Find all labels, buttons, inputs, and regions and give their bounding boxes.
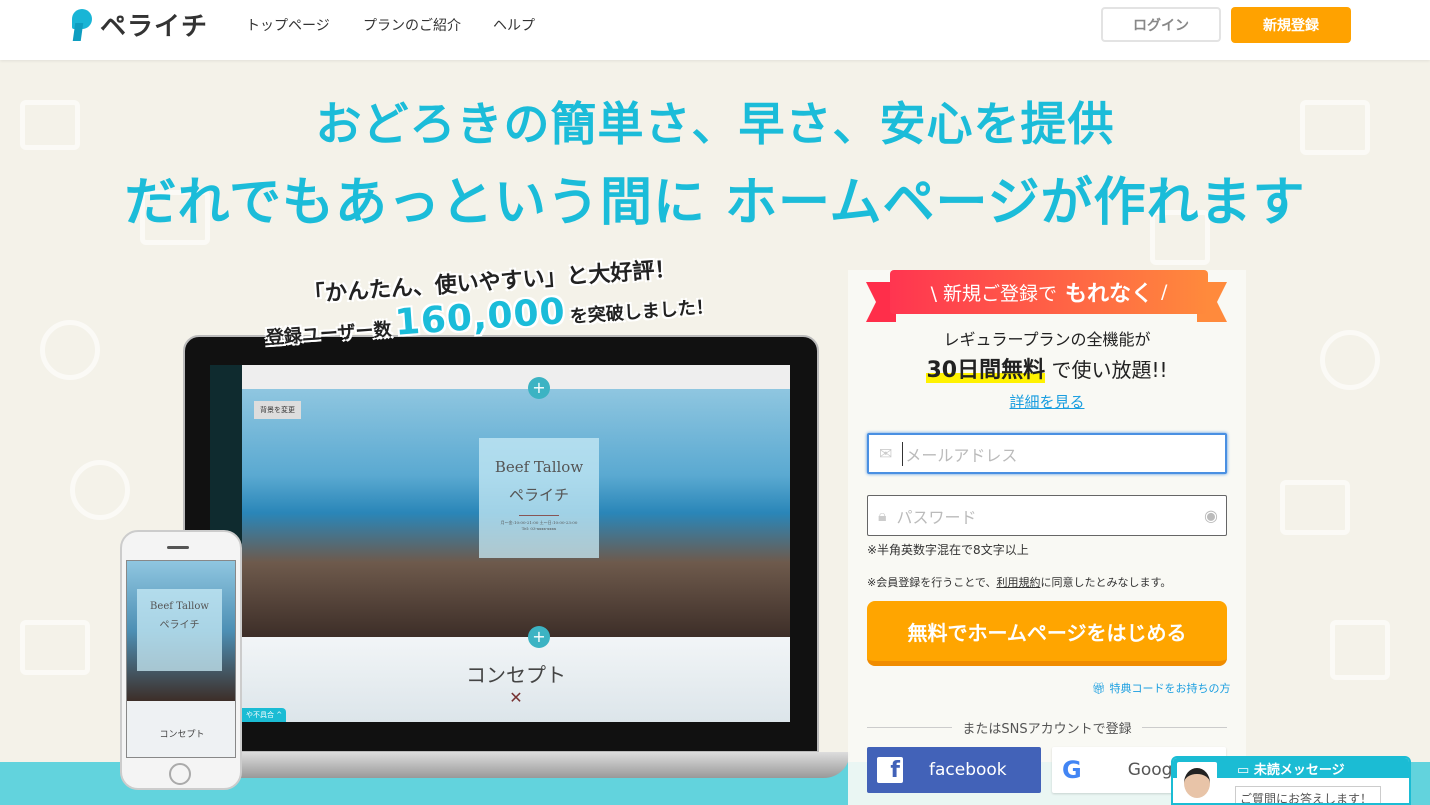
phone-title-en: Beef Tallow [150, 601, 209, 612]
phone-concept: コンセプト [127, 701, 235, 757]
terms-pre: ※会員登録を行うことで、 [867, 576, 997, 589]
logo-p-icon [70, 7, 96, 43]
facebook-icon: f [877, 757, 903, 783]
change-bg-button: 背景を変更 [254, 401, 301, 419]
avatar [1177, 762, 1217, 803]
mockup-title-en: Beef Tallow [494, 458, 584, 476]
free-trial-highlight: 30日間無料 [926, 358, 1046, 383]
chat-title-text: 未読メッセージ [1253, 763, 1345, 778]
plus-icon: + [528, 377, 550, 399]
terms-post: に同意したとみなします。 [1040, 576, 1172, 589]
start-free-button[interactable]: 無料でホームページをはじめる [867, 601, 1227, 666]
phone-mockup: Beef Tallow ペライチ コンセプト [120, 530, 242, 790]
logo-text: ペライチ [100, 12, 209, 42]
password-placeholder: パスワード [896, 507, 977, 527]
plus-icon: + [528, 626, 550, 648]
details-link[interactable]: 詳細を見る [848, 391, 1246, 412]
mockup-tel: Tel: 03-xxxx-xxxx [521, 526, 557, 531]
offer-line-2: で使い放題!! [1051, 358, 1168, 382]
chat-title: ▭ 未読メッセージ [1237, 759, 1345, 778]
email-placeholder: メールアドレス [902, 441, 1017, 466]
chat-bubble-icon: ▭ [1237, 763, 1250, 778]
ribbon-bold: もれなく [1065, 282, 1154, 307]
ribbon-post: / [1161, 281, 1168, 303]
offer-line-1: レギュラープランの全機能が [943, 330, 1151, 349]
help-tab: や不具合 ^ [242, 708, 287, 722]
ribbon-pre: \ 新規ご登録で [930, 282, 1058, 305]
nav-top-page[interactable]: トップページ [246, 15, 330, 35]
facebook-button[interactable]: f facebook [867, 747, 1041, 793]
terms-link[interactable]: 利用規約 [996, 576, 1040, 589]
eye-slash-icon[interactable]: ◉ [1204, 506, 1218, 525]
gift-icon: 🎁︎ [1092, 682, 1106, 695]
header: ペライチ トップページ プランのご紹介 ヘルプ ログイン 新規登録 [0, 0, 1430, 60]
nav-plans[interactable]: プランのご紹介 [363, 15, 461, 35]
home-button [169, 763, 191, 785]
tagline-prefix: 登録ユーザー数 [265, 319, 393, 349]
nav-help[interactable]: ヘルプ [493, 15, 535, 35]
concept-text: コンセプト [466, 663, 566, 687]
headline-1: おどろきの簡単さ、早さ、安心を提供 [315, 97, 1115, 151]
sns-divider-text: またはSNSアカウントで登録 [962, 722, 1132, 737]
login-button[interactable]: ログイン [1101, 7, 1221, 42]
logo[interactable]: ペライチ [70, 6, 208, 43]
chat-widget[interactable]: ▭ 未読メッセージ ご質問にお答えします！ [1171, 756, 1411, 805]
laptop-base [150, 752, 850, 778]
sns-divider: またはSNSアカウントで登録 [867, 718, 1228, 737]
phone-title-ja: ペライチ [159, 620, 200, 631]
promo-ribbon: \ 新規ご登録で もれなく / [890, 270, 1208, 314]
promo-code-label: 特典コードをお持ちの方 [1109, 682, 1231, 695]
chat-message: ご質問にお答えします！ [1235, 786, 1381, 803]
signup-button[interactable]: 新規登録 [1231, 7, 1351, 43]
password-input[interactable]: 🔒︎ パスワード ◉ [867, 495, 1227, 536]
mockup-title-ja: ペライチ [508, 486, 569, 504]
mockup-concept: コンセプト ✕ [242, 637, 790, 722]
headline-2: だれでもあっという間に ホームページが作れます [124, 173, 1306, 233]
password-hint: ※半角英数字混在で8文字以上 [867, 543, 1029, 557]
facebook-label: facebook [929, 760, 1007, 780]
mockup-card: Beef Tallow ペライチ 月〜金:10:00-21:00 土〜日:10:… [479, 438, 599, 558]
email-input[interactable]: ✉ メールアドレス [867, 433, 1227, 474]
envelope-icon: ✉ [879, 444, 893, 463]
promo-code-link[interactable]: 🎁︎ 特典コードをお持ちの方 [1092, 680, 1230, 696]
cutlery-icon: ✕ [509, 688, 523, 707]
lock-icon: 🔒︎ [878, 505, 887, 525]
google-icon: G [1062, 756, 1082, 784]
laptop-screen: 背景を変更 Beef Tallow ペライチ 月〜金:10:00-21:00 土… [242, 365, 790, 722]
